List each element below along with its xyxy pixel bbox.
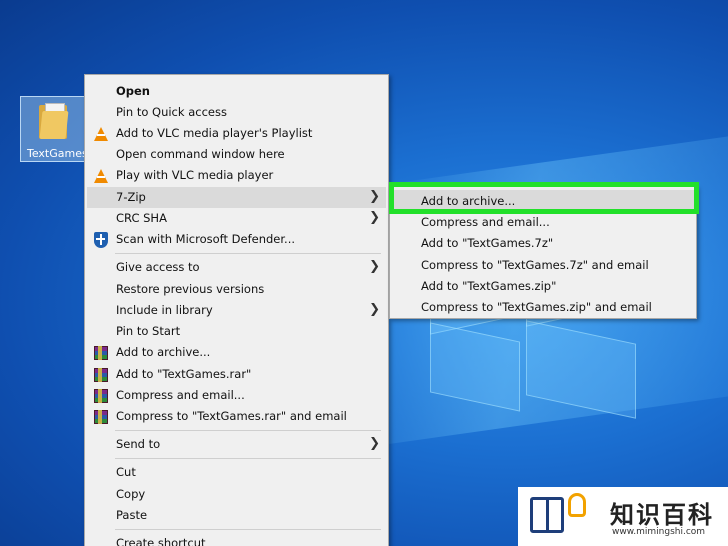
defender-shield-icon [93, 232, 109, 248]
menu-item-create-shortcut[interactable]: Create shortcut [87, 533, 386, 546]
submenu-item-add-7z[interactable]: Add to "TextGames.7z" [392, 232, 694, 253]
winrar-icon [93, 367, 109, 383]
desktop-icon-label: TextGames [27, 147, 88, 160]
watermark: 知识百科 www.mimingshi.com [518, 487, 728, 546]
menu-item-rar-add-textgames[interactable]: Add to "TextGames.rar" [87, 364, 386, 385]
watermark-title: 知识百科 [610, 501, 714, 529]
folder-icon [39, 103, 69, 139]
menu-separator [115, 458, 381, 459]
menu-separator [115, 253, 381, 254]
chevron-right-icon: ❯ [369, 302, 380, 317]
menu-item-crc-sha[interactable]: CRC SHA ❯ [87, 208, 386, 229]
menu-item-paste[interactable]: Paste [87, 505, 386, 526]
winrar-icon [93, 345, 109, 361]
winrar-icon [93, 409, 109, 425]
vlc-icon [93, 168, 109, 184]
submenu-item-compress-email[interactable]: Compress and email... [392, 211, 694, 232]
menu-item-rar-compress-textgames-email[interactable]: Compress to "TextGames.rar" and email [87, 406, 386, 427]
chevron-right-icon: ❯ [369, 436, 380, 451]
desktop-folder-textgames[interactable]: TextGames [20, 96, 88, 162]
menu-item-rar-add-archive[interactable]: Add to archive... [87, 342, 386, 363]
menu-item-restore-versions[interactable]: Restore previous versions [87, 279, 386, 300]
submenu-item-add-zip[interactable]: Add to "TextGames.zip" [392, 275, 694, 296]
menu-item-open[interactable]: Open [87, 81, 386, 102]
menu-item-include-library[interactable]: Include in library ❯ [87, 300, 386, 321]
submenu-item-compress-zip-email[interactable]: Compress to "TextGames.zip" and email [392, 296, 694, 317]
menu-item-7zip[interactable]: 7-Zip ❯ [87, 187, 386, 208]
book-icon [530, 497, 564, 533]
lightbulb-icon [568, 493, 586, 517]
winrar-icon [93, 388, 109, 404]
submenu-item-compress-7z-email[interactable]: Compress to "TextGames.7z" and email [392, 254, 694, 275]
watermark-url: www.mimingshi.com [612, 527, 706, 537]
menu-item-pin-quick-access[interactable]: Pin to Quick access [87, 102, 386, 123]
chevron-right-icon: ❯ [369, 259, 380, 274]
highlight-box [389, 182, 699, 214]
menu-item-scan-defender[interactable]: Scan with Microsoft Defender... [87, 229, 386, 250]
menu-separator [115, 529, 381, 530]
menu-item-give-access[interactable]: Give access to ❯ [87, 257, 386, 278]
menu-item-play-vlc[interactable]: Play with VLC media player [87, 165, 386, 186]
menu-item-send-to[interactable]: Send to ❯ [87, 434, 386, 455]
menu-item-vlc-playlist[interactable]: Add to VLC media player's Playlist [87, 123, 386, 144]
menu-separator [115, 430, 381, 431]
menu-item-rar-compress-email[interactable]: Compress and email... [87, 385, 386, 406]
chevron-right-icon: ❯ [369, 210, 380, 225]
menu-item-copy[interactable]: Copy [87, 484, 386, 505]
chevron-right-icon: ❯ [369, 189, 380, 204]
menu-item-cut[interactable]: Cut [87, 462, 386, 483]
menu-item-pin-start[interactable]: Pin to Start [87, 321, 386, 342]
menu-item-open-command-window[interactable]: Open command window here [87, 144, 386, 165]
context-menu: Open Pin to Quick access Add to VLC medi… [84, 74, 389, 546]
vlc-icon [93, 126, 109, 142]
